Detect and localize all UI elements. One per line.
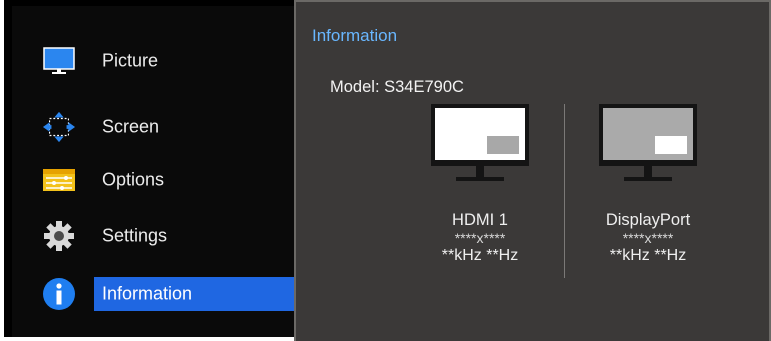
sidebar-item-options[interactable]: Options bbox=[12, 160, 298, 200]
sidebar-item-screen[interactable]: Screen bbox=[12, 107, 298, 147]
information-panel: Information Model: S34E790C HDMI 1 ****x… bbox=[294, 0, 771, 341]
display-name: DisplayPort bbox=[605, 211, 691, 229]
display-resolution: ****x**** bbox=[454, 230, 506, 246]
display-name: HDMI 1 bbox=[452, 211, 508, 229]
sidebar-item-label: Picture bbox=[102, 50, 159, 71]
display-frequency: **kHz **Hz bbox=[441, 247, 519, 264]
monitor-icon bbox=[431, 104, 529, 189]
monitor-icon bbox=[42, 46, 76, 76]
resize-arrows-icon bbox=[42, 111, 76, 143]
display-info-hdmi: HDMI 1 ****x**** **kHz **Hz bbox=[415, 104, 545, 265]
display-frequency: **kHz **Hz bbox=[609, 247, 687, 264]
display-resolution: ****x**** bbox=[622, 230, 674, 246]
sidebar-menu: Picture Screen Options Settings Informat… bbox=[12, 6, 298, 337]
sidebar-item-label: Screen bbox=[102, 116, 160, 137]
model-label: Model: S34E790C bbox=[330, 78, 464, 96]
sidebar-item-settings[interactable]: Settings bbox=[12, 216, 298, 256]
sidebar-item-picture[interactable]: Picture bbox=[12, 41, 298, 81]
sidebar-item-information[interactable]: Information bbox=[12, 274, 298, 314]
sidebar-item-label: Information bbox=[102, 283, 193, 304]
gear-icon bbox=[42, 221, 76, 251]
sliders-icon bbox=[42, 165, 76, 195]
display-info-displayport: DisplayPort ****x**** **kHz **Hz bbox=[583, 104, 713, 265]
info-icon bbox=[42, 278, 76, 310]
sidebar-item-label: Options bbox=[102, 169, 165, 190]
monitor-icon bbox=[599, 104, 697, 189]
panel-title: Information bbox=[312, 26, 398, 45]
divider bbox=[564, 104, 565, 278]
sidebar-item-label: Settings bbox=[102, 225, 168, 246]
